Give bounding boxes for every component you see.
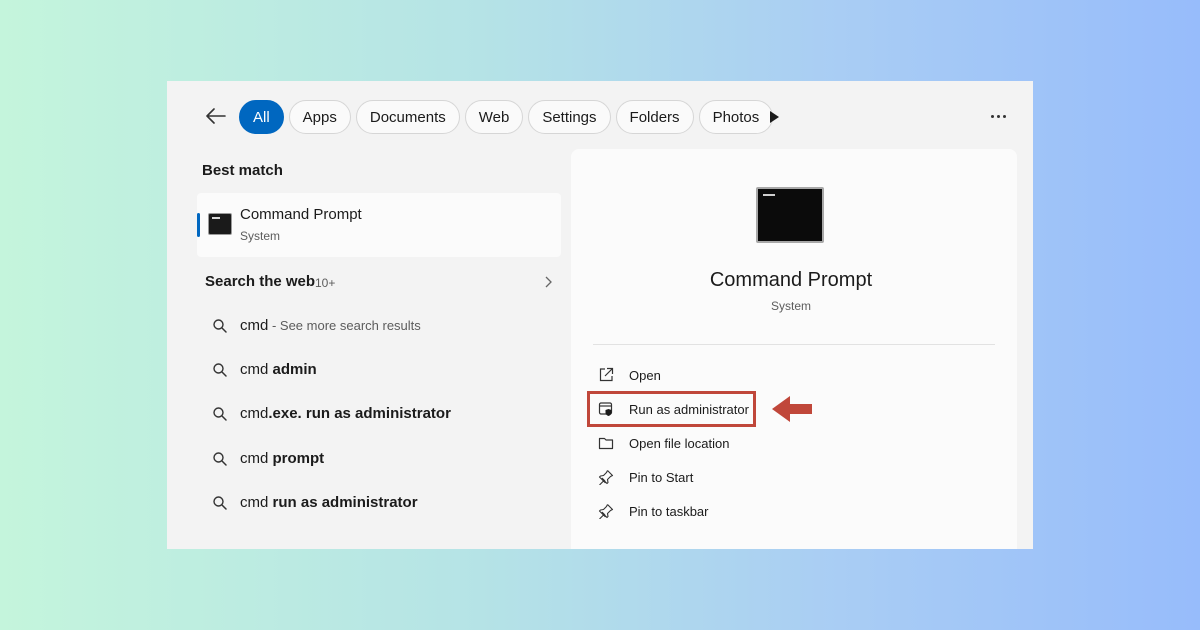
tab-all[interactable]: All [239,100,284,134]
arrow-left-icon [206,108,226,124]
filter-bar: All Apps Documents Web Settings Folders … [167,97,1033,137]
pin-icon [598,470,614,485]
best-match-subtitle: System [240,229,281,243]
suggestion-text: cmd - See more search results [240,317,421,334]
action-pin-to-start[interactable]: Pin to Start [589,461,849,493]
dot-icon [990,114,994,118]
folder-icon [598,437,614,450]
pin-icon [598,504,614,519]
command-prompt-icon [756,187,824,243]
action-open[interactable]: Open [589,359,849,391]
web-suggestion[interactable]: cmd run as administrator [197,483,561,523]
shield-admin-icon [598,402,613,416]
tab-settings[interactable]: Settings [528,100,611,134]
filter-tabs: All Apps Documents Web Settings Folders … [239,100,774,134]
best-match-title: Best match [202,162,283,179]
action-open-file-location[interactable]: Open file location [589,427,849,459]
search-icon [213,452,227,466]
search-icon [213,319,227,333]
web-suggestion[interactable]: cmd admin [197,350,561,390]
play-more-tabs-icon[interactable] [767,109,781,125]
dot-icon [1002,114,1006,118]
search-icon [213,496,227,510]
command-prompt-icon [208,213,232,235]
search-window: All Apps Documents Web Settings Folders … [167,81,1033,549]
tab-folders[interactable]: Folders [615,100,694,134]
open-external-icon [599,367,614,382]
search-the-web-header[interactable]: Search the web 10+ [197,267,561,297]
action-label: Pin to Start [629,470,694,485]
best-match-name: Command Prompt [240,206,362,223]
preview-app-title: Command Prompt [709,269,873,291]
action-label: Open file location [629,436,730,451]
suggestion-text: cmd admin [240,361,317,378]
search-web-title: Search the web [205,273,316,290]
suggestion-text: cmd.exe. run as administrator [240,405,451,422]
suggestion-text: cmd run as administrator [240,494,418,511]
tab-apps[interactable]: Apps [288,100,351,134]
selection-indicator [197,213,200,237]
suggestion-text: cmd prompt [240,450,325,467]
tab-web[interactable]: Web [464,100,524,134]
search-icon [213,363,227,377]
web-result-count: 10+ [315,276,336,290]
preview-app-subtitle: System [770,299,811,313]
web-suggestion[interactable]: cmd.exe. run as administrator [197,394,561,434]
best-match-item[interactable]: Command Prompt System [197,193,561,257]
divider [593,344,995,345]
web-suggestion[interactable]: cmd - See more search results [197,306,561,346]
red-arrow-icon [772,396,812,422]
action-pin-to-taskbar[interactable]: Pin to taskbar [589,495,849,527]
tab-documents[interactable]: Documents [355,100,460,134]
dot-icon [996,114,1000,118]
action-label: Open [629,368,661,383]
preview-pane: Command Prompt System Open Run as admini… [571,149,1017,549]
action-label: Run as administrator [629,402,749,417]
tab-photos[interactable]: Photos [698,100,774,134]
more-options-button[interactable] [985,105,1011,127]
chevron-right-icon [545,276,552,288]
search-icon [213,407,227,421]
back-button[interactable] [203,105,229,127]
action-label: Pin to taskbar [629,504,709,519]
web-suggestion[interactable]: cmd prompt [197,439,561,479]
